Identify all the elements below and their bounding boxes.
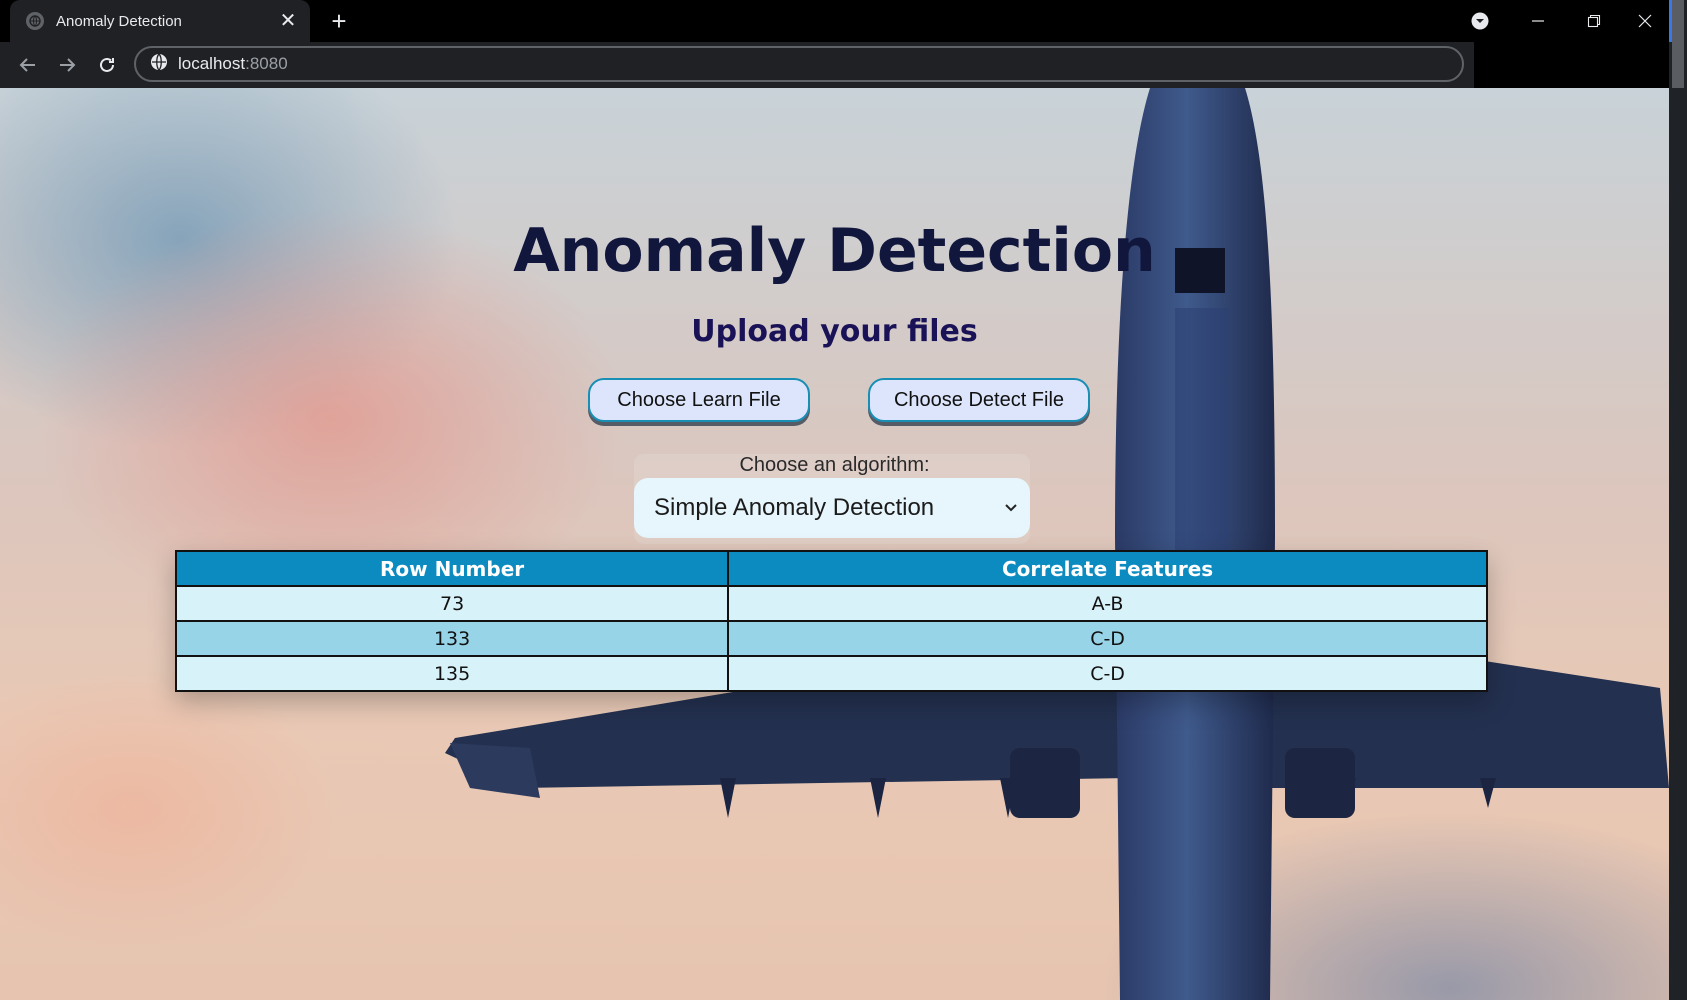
site-info-icon[interactable] [150,53,168,75]
table-header-row: Row Number Correlate Features [174,550,1488,587]
choose-learn-file-button[interactable]: Choose Learn File [588,378,810,422]
tab-title: Anomaly Detection [56,12,182,30]
anomaly-results-table: Row Number Correlate Features 73 A-B 133… [174,550,1488,692]
table-row: 133 C-D [174,620,1488,657]
browser-toolbar: localhost:8080 [0,42,1474,88]
new-tab-button[interactable]: + [325,7,353,35]
reload-icon[interactable] [91,49,123,81]
correlate-features-cell: A-B [727,585,1488,622]
browser-tab[interactable]: Anomaly Detection ✕ [10,0,310,42]
url-host: localhost [178,54,246,73]
url-port: :8080 [245,54,288,73]
url-text: localhost:8080 [178,54,288,74]
correlate-features-cell: C-D [727,655,1488,692]
correlate-features-cell: C-D [727,620,1488,657]
algorithm-selected-value: Simple Anomaly Detection [654,494,935,521]
forward-icon[interactable] [51,49,83,81]
upload-subtitle: Upload your files [691,314,978,349]
minimize-button[interactable] [1510,0,1566,42]
algorithm-label: Choose an algorithm: [739,454,930,476]
scrollbar-thumb[interactable] [1672,0,1684,88]
back-icon[interactable] [12,49,44,81]
column-header-row-number: Row Number [174,550,730,587]
toolbar-extension-area [1474,42,1669,88]
tab-close-icon[interactable]: ✕ [278,11,298,31]
table-row: 73 A-B [174,585,1488,622]
page-viewport: Anomaly Detection Upload your files Choo… [0,88,1669,1000]
globe-icon [26,12,44,30]
profile-menu-icon[interactable] [1452,0,1508,42]
algorithm-select[interactable]: Simple Anomaly Detection [634,478,1030,538]
chevron-down-icon [1004,500,1018,516]
page-title: Anomaly Detection [513,216,1156,286]
address-bar[interactable]: localhost:8080 [134,46,1464,82]
table-row: 135 C-D [174,655,1488,692]
column-header-correlate-features: Correlate Features [727,550,1488,587]
page-content: Anomaly Detection Upload your files Choo… [0,88,1669,1000]
tab-strip: Anomaly Detection ✕ + [0,0,1687,42]
row-number-cell: 135 [174,655,730,692]
restore-button[interactable] [1566,0,1622,42]
row-number-cell: 73 [174,585,730,622]
row-number-cell: 133 [174,620,730,657]
choose-detect-file-button[interactable]: Choose Detect File [868,378,1090,422]
close-window-button[interactable] [1622,0,1668,42]
window-edge [1669,0,1687,1000]
